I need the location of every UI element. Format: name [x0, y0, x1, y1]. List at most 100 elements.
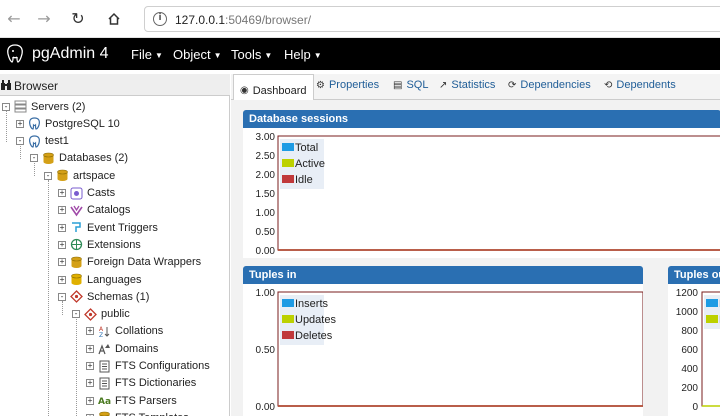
elephant-icon — [29, 134, 40, 148]
tree-node-foreign-data-wrappers[interactable]: + Foreign Data Wrappers — [58, 254, 201, 271]
expand-toggle-icon[interactable]: + — [86, 396, 94, 405]
menu-object[interactable]: Object ▼ — [173, 47, 222, 62]
database-sessions-header: Database sessions — [243, 110, 720, 128]
home-icon[interactable] — [104, 9, 124, 29]
caret-down-icon: ▼ — [213, 51, 222, 61]
legend-swatch — [282, 299, 294, 307]
tree-node-label: Servers (2) — [31, 100, 86, 113]
tab-label: Properties — [328, 79, 380, 91]
svg-text:Aa: Aa — [98, 397, 111, 407]
legend-label: Total — [295, 142, 318, 154]
tree-node-extensions[interactable]: + Extensions — [58, 236, 141, 253]
tab-properties[interactable]: ⚙ Properties — [316, 79, 379, 91]
tree-node-servers-2[interactable]: - Servers (2) — [2, 98, 85, 115]
y-tick-label: 600 — [681, 345, 698, 356]
tree-node-test1[interactable]: - test1 — [16, 133, 69, 150]
menu-object-label: Object — [173, 47, 211, 62]
tree-node-schemas-1[interactable]: - Schemas (1) — [58, 288, 149, 305]
tree-node-domains[interactable]: + Domains — [86, 340, 158, 357]
expand-toggle-icon[interactable]: + — [58, 189, 66, 197]
tree-node-catalogs[interactable]: + Catalogs — [58, 202, 130, 219]
browser-panel-header: Browser — [0, 74, 230, 96]
legend-swatch — [282, 315, 294, 323]
expand-toggle-icon[interactable]: + — [58, 258, 66, 267]
menu-file[interactable]: File ▼ — [131, 47, 163, 62]
legend-swatch — [282, 143, 294, 151]
pgadmin-logo-icon — [7, 44, 23, 63]
expand-toggle-icon[interactable]: + — [16, 119, 24, 128]
fts-dictionaries-icon — [99, 377, 110, 390]
tree-node-languages[interactable]: + Languages — [58, 271, 141, 288]
y-tick-label: 0.00 — [256, 246, 276, 257]
site-info-icon[interactable]: i — [153, 12, 167, 26]
reload-icon[interactable]: ↻ — [68, 9, 88, 29]
domains-icon — [98, 344, 110, 355]
expand-toggle-icon[interactable]: + — [58, 240, 66, 249]
tree-node-label: Catalogs — [87, 204, 131, 217]
tree-node-public[interactable]: - public — [72, 306, 130, 323]
tree-node-label: public — [101, 308, 130, 321]
y-tick-label: 0.00 — [256, 402, 276, 413]
expand-toggle-icon[interactable]: + — [86, 362, 94, 370]
chart-legend: Total Active Idle — [280, 139, 325, 189]
collations-icon: AZ — [99, 326, 110, 338]
collapse-toggle-icon[interactable]: - — [44, 171, 52, 180]
tab-dashboard[interactable]: ◉ Dashboard — [233, 74, 314, 101]
tree-node-label: Domains — [115, 342, 159, 355]
y-tick-label: 3.00 — [256, 132, 276, 143]
menu-help[interactable]: Help ▼ — [284, 47, 322, 62]
collapse-toggle-icon[interactable]: - — [30, 154, 38, 163]
y-tick-label: 800 — [681, 326, 698, 337]
tree-node-databases-2[interactable]: - Databases (2) — [30, 150, 128, 167]
collapse-toggle-icon[interactable]: - — [72, 310, 80, 319]
legend-swatch — [706, 299, 718, 307]
tree-node-fts-configurations[interactable]: + FTS Configurations — [86, 358, 210, 375]
dashboard-panel: Database sessions 3.00 2.50 2.00 1.50 1.00 0.… — [231, 100, 720, 416]
tree-node-artspace[interactable]: - artspace — [44, 167, 115, 184]
tree-node-collations[interactable]: + A Z Collations — [86, 323, 163, 340]
dependents-icon: ⟲ — [604, 79, 613, 91]
tree-connector — [34, 162, 35, 177]
tree-node-fts-templates[interactable]: +FTS Templates — [86, 409, 189, 416]
legend-swatch — [706, 315, 718, 323]
dependencies-icon: ⟳ — [508, 79, 517, 91]
expand-toggle-icon[interactable]: + — [86, 344, 94, 353]
event-triggers-icon — [72, 222, 81, 233]
legend-label: Idle — [295, 174, 313, 186]
collapse-toggle-icon[interactable]: - — [16, 137, 24, 146]
forward-arrow-icon[interactable]: → — [34, 9, 54, 29]
tree-node-label: artspace — [73, 169, 116, 182]
legend-label: Deletes — [295, 330, 333, 342]
y-tick-label: 1.00 — [256, 208, 276, 219]
tab-statistics[interactable]: ↗ Statistics — [439, 79, 495, 91]
address-bar[interactable]: i 127.0.0.1 :50469/browser/ — [144, 6, 720, 32]
schema-icon — [84, 307, 97, 321]
tab-dependencies[interactable]: ⟳ Dependencies — [508, 79, 591, 91]
tree-connector — [48, 180, 49, 416]
expand-toggle-icon[interactable]: + — [58, 223, 66, 232]
expand-toggle-icon[interactable]: + — [58, 206, 66, 215]
tree-node-event-triggers[interactable]: + Event Triggers — [58, 219, 158, 236]
tree-node-label: FTS Dictionaries — [115, 377, 197, 390]
expand-toggle-icon[interactable]: + — [86, 379, 94, 388]
tree-node-fts-parsers[interactable]: + Aa FTS Parsers — [86, 392, 177, 409]
tree-node-postgresql-10[interactable]: + PostgreSQL 10 — [16, 115, 120, 132]
expand-toggle-icon[interactable]: + — [58, 275, 66, 284]
expand-toggle-icon[interactable]: + — [86, 327, 94, 336]
tab-dependents[interactable]: ⟲ Dependents — [604, 79, 676, 91]
servers-icon — [14, 100, 27, 113]
collapse-toggle-icon[interactable]: - — [2, 102, 10, 111]
tab-sql[interactable]: ▤ SQL — [393, 79, 428, 91]
y-tick-label: 1.50 — [256, 189, 276, 200]
collapse-toggle-icon[interactable]: - — [58, 292, 66, 301]
tree-node-fts-dictionaries[interactable]: + FTS Dictionaries — [86, 375, 196, 392]
legend-swatch — [282, 331, 294, 339]
menu-tools[interactable]: Tools ▼ — [231, 47, 272, 62]
tree-node-casts[interactable]: + Casts — [58, 185, 115, 202]
tab-bar: ◉ Dashboard ⚙ Properties ▤ SQL ↗ Statistics ⟳ Dep… — [231, 74, 720, 101]
tab-label: Statistics — [451, 79, 496, 91]
back-arrow-icon[interactable]: ← — [4, 9, 24, 29]
brand[interactable]: pgAdmin 4 — [6, 44, 109, 64]
tree-connector — [76, 318, 77, 416]
caret-down-icon: ▼ — [154, 51, 163, 61]
